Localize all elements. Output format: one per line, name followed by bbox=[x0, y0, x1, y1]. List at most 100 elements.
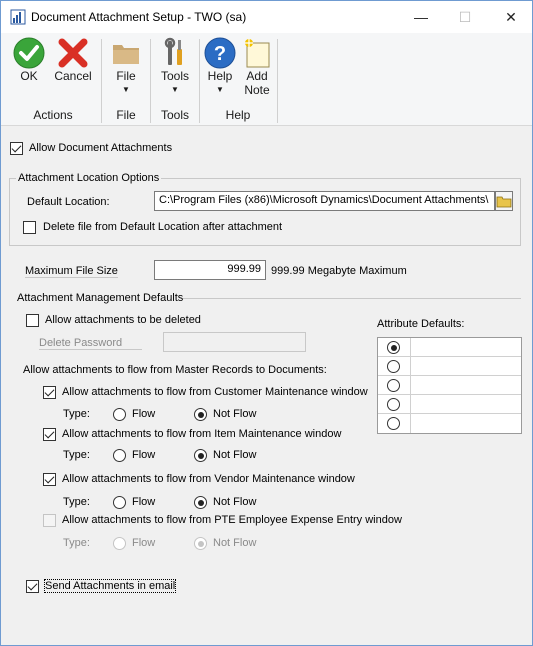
flow-option-label: Flow bbox=[132, 408, 156, 420]
send-in-email-label: Send Attachments in email bbox=[43, 579, 177, 593]
type-label: Type: bbox=[63, 408, 90, 420]
customer-flow-checkbox[interactable] bbox=[43, 386, 56, 399]
pte-flow-radio[interactable] bbox=[113, 537, 126, 550]
actions-group-label: Actions bbox=[33, 108, 73, 122]
vendor-flow-radio[interactable] bbox=[113, 496, 126, 509]
attribute-row-radio[interactable] bbox=[387, 417, 400, 430]
max-file-size-label: Maximum File Size bbox=[25, 265, 118, 278]
customer-flow-radio[interactable] bbox=[113, 408, 126, 421]
window-title: Document Attachment Setup - TWO (sa) bbox=[31, 10, 247, 24]
browse-folder-button[interactable] bbox=[495, 191, 513, 211]
pte-flow-checkbox[interactable] bbox=[43, 514, 56, 527]
allow-attachments-checkbox[interactable] bbox=[10, 142, 23, 155]
attribute-row[interactable] bbox=[378, 357, 521, 376]
cancel-label: Cancel bbox=[54, 69, 92, 83]
not-flow-option-label: Not Flow bbox=[213, 449, 257, 461]
cell-divider bbox=[410, 338, 411, 357]
vendor-flow-checkbox[interactable] bbox=[43, 473, 56, 486]
attribute-row[interactable] bbox=[378, 376, 521, 395]
close-button[interactable]: ✕ bbox=[489, 1, 533, 33]
flow-option-label: Flow bbox=[132, 537, 156, 549]
maximize-button[interactable]: ☐ bbox=[443, 1, 487, 33]
cancel-button[interactable]: Cancel bbox=[52, 37, 94, 83]
item-not-flow-radio[interactable] bbox=[194, 449, 207, 462]
tools-group-label: Tools bbox=[160, 108, 189, 122]
attribute-row-radio[interactable] bbox=[387, 341, 400, 354]
ok-label: OK bbox=[20, 69, 38, 83]
help-group-label: Help bbox=[225, 108, 251, 122]
type-label: Type: bbox=[63, 496, 90, 508]
not-flow-option-label: Not Flow bbox=[213, 408, 257, 420]
pte-flow-label: Allow attachments to flow from PTE Emplo… bbox=[62, 514, 402, 526]
title-bar: Document Attachment Setup - TWO (sa) — ☐… bbox=[1, 1, 532, 33]
chevron-down-icon: ▼ bbox=[171, 85, 179, 94]
item-flow-checkbox[interactable] bbox=[43, 428, 56, 441]
delete-password-field[interactable] bbox=[163, 332, 306, 352]
cell-divider bbox=[410, 376, 411, 395]
add-note-label-1: Add bbox=[246, 69, 268, 83]
allow-delete-checkbox[interactable] bbox=[26, 314, 39, 327]
app-icon bbox=[10, 9, 26, 25]
cancel-x-icon bbox=[58, 38, 88, 68]
checkmark-icon bbox=[13, 37, 45, 69]
chevron-down-icon: ▼ bbox=[216, 85, 224, 94]
attribute-row[interactable] bbox=[378, 414, 521, 433]
tools-icon bbox=[164, 37, 182, 65]
max-file-size-info: 999.99 Megabyte Maximum bbox=[271, 265, 407, 277]
not-flow-option-label: Not Flow bbox=[213, 496, 257, 508]
pte-not-flow-radio[interactable] bbox=[194, 537, 207, 550]
help-icon: ? bbox=[204, 37, 236, 69]
add-note-button[interactable]: Add Note bbox=[239, 37, 275, 97]
max-file-size-field[interactable]: 999.99 bbox=[154, 260, 266, 280]
type-label: Type: bbox=[63, 449, 90, 461]
chevron-down-icon: ▼ bbox=[122, 85, 130, 94]
flow-section-label: Allow attachments to flow from Master Re… bbox=[23, 364, 327, 376]
item-flow-radio[interactable] bbox=[113, 449, 126, 462]
help-label: Help bbox=[207, 69, 233, 83]
allow-delete-label: Allow attachments to be deleted bbox=[45, 314, 201, 326]
minimize-button[interactable]: — bbox=[399, 1, 443, 33]
attribute-row-radio[interactable] bbox=[387, 360, 400, 373]
cell-divider bbox=[410, 395, 411, 414]
cell-divider bbox=[410, 414, 411, 433]
vendor-not-flow-radio[interactable] bbox=[194, 496, 207, 509]
note-icon bbox=[245, 39, 270, 68]
attribute-row[interactable] bbox=[378, 338, 521, 357]
cell-divider bbox=[410, 357, 411, 376]
item-flow-label: Allow attachments to flow from Item Main… bbox=[62, 428, 342, 440]
flow-option-label: Flow bbox=[132, 449, 156, 461]
location-options-title: Attachment Location Options bbox=[16, 172, 162, 184]
help-menu-button[interactable]: ? Help ▼ bbox=[202, 37, 238, 97]
customer-flow-label: Allow attachments to flow from Customer … bbox=[62, 386, 368, 398]
flow-option-label: Flow bbox=[132, 496, 156, 508]
folder-icon bbox=[496, 196, 512, 208]
send-in-email-checkbox[interactable] bbox=[26, 580, 39, 593]
default-location-field[interactable]: C:\Program Files (x86)\Microsoft Dynamic… bbox=[154, 191, 495, 211]
default-location-label: Default Location: bbox=[27, 196, 110, 208]
attribute-row[interactable] bbox=[378, 395, 521, 414]
delete-file-checkbox[interactable] bbox=[23, 221, 36, 234]
svg-text:?: ? bbox=[214, 43, 226, 65]
folder-icon bbox=[113, 45, 139, 64]
customer-not-flow-radio[interactable] bbox=[194, 408, 207, 421]
allow-attachments-label: Allow Document Attachments bbox=[29, 142, 173, 154]
attribute-row-radio[interactable] bbox=[387, 398, 400, 411]
ok-button[interactable]: OK bbox=[9, 37, 49, 83]
document-attachment-setup-window: Document Attachment Setup - TWO (sa) — ☐… bbox=[0, 0, 533, 646]
file-label: File bbox=[116, 69, 136, 83]
file-group-label: File bbox=[116, 108, 136, 122]
delete-password-label: Delete Password bbox=[39, 337, 143, 350]
attribute-defaults-label: Attribute Defaults: bbox=[377, 318, 465, 330]
attribute-row-radio[interactable] bbox=[387, 379, 400, 392]
ribbon-separator bbox=[277, 39, 278, 123]
delete-file-label: Delete file from Default Location after … bbox=[43, 221, 283, 233]
file-menu-button[interactable]: File ▼ bbox=[107, 37, 145, 97]
management-defaults-title: Attachment Management Defaults bbox=[17, 292, 184, 304]
ribbon-separator bbox=[150, 39, 151, 123]
add-note-label-2: Note bbox=[244, 83, 270, 97]
ribbon-separator bbox=[101, 39, 102, 123]
attribute-defaults-table bbox=[377, 337, 522, 434]
tools-menu-button[interactable]: Tools ▼ bbox=[155, 37, 195, 97]
ribbon-separator bbox=[199, 39, 200, 123]
management-defaults-divider bbox=[183, 298, 521, 299]
